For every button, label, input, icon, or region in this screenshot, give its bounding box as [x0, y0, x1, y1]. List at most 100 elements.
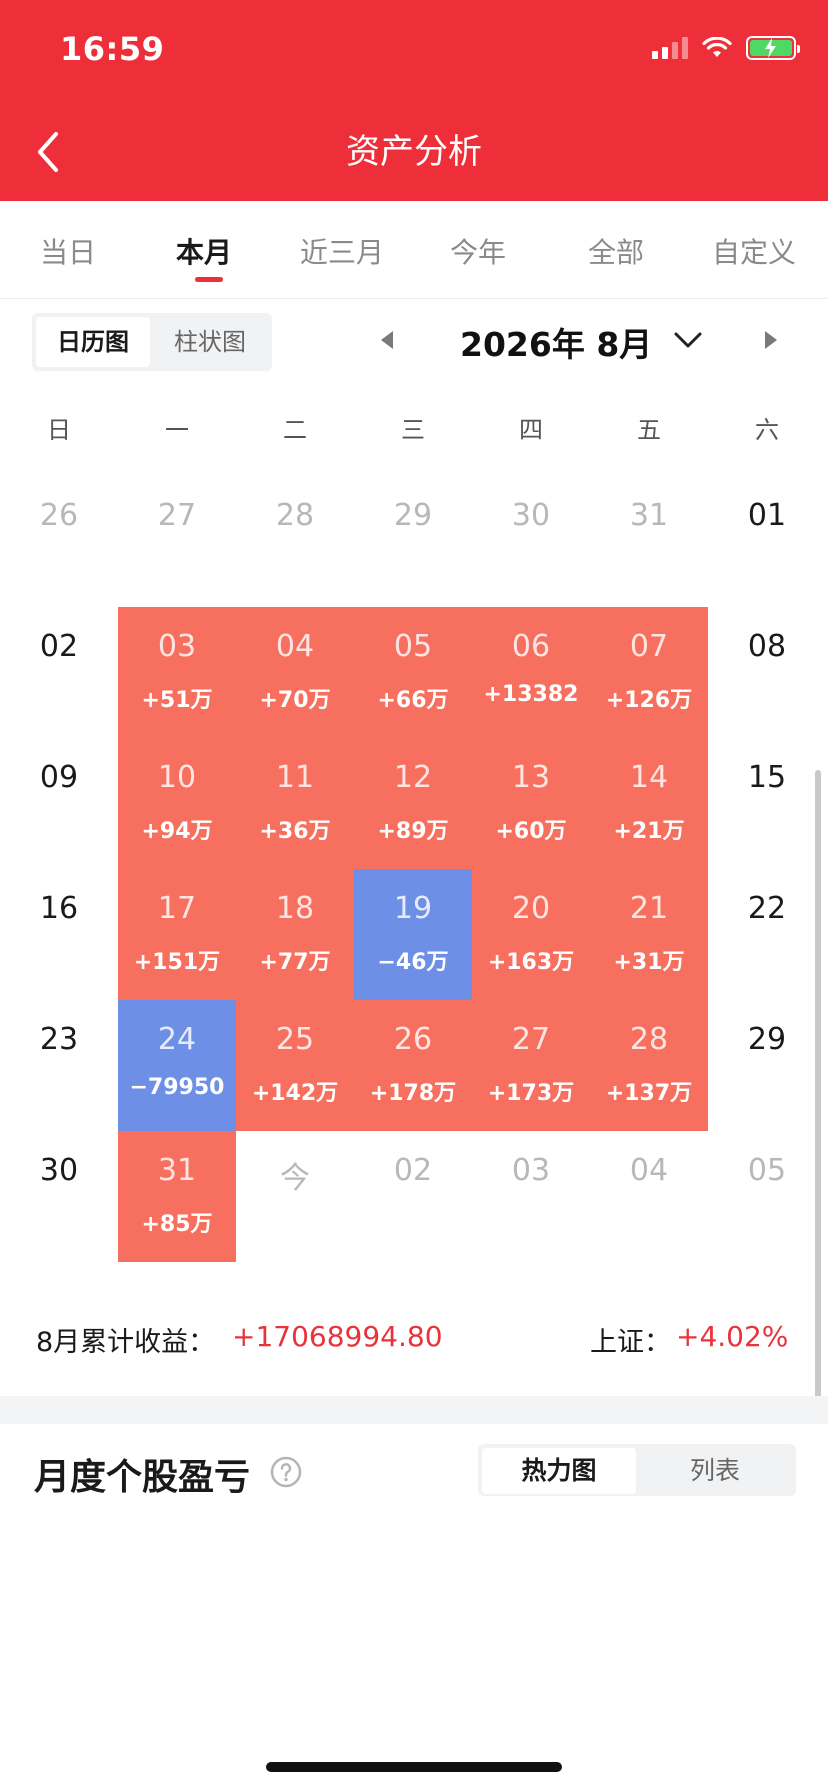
calendar-day[interactable]: 20 +163万 [472, 869, 590, 1000]
calendar-day[interactable]: 16 [0, 869, 118, 1000]
monthly-total-label: 8月累计收益： [36, 1327, 216, 1358]
day-number: 28 [275, 498, 315, 533]
day-pnl: −46万 [377, 950, 449, 975]
scroll-indicator[interactable] [815, 770, 821, 1410]
calendar-day[interactable]: 26 +178万 [354, 1000, 472, 1131]
day-number: 09 [39, 760, 79, 795]
calendar-day[interactable]: 07 +126万 [590, 607, 708, 738]
toggle-bar-chart[interactable]: 柱状图 [152, 317, 268, 367]
calendar-day[interactable]: 28 +137万 [590, 1000, 708, 1131]
calendar-day[interactable]: 29 [708, 1000, 826, 1131]
month-label[interactable]: 2026年 8月 [460, 318, 652, 366]
calendar-day[interactable]: 18 +77万 [236, 869, 354, 1000]
day-pnl: +178万 [369, 1081, 457, 1106]
tab-this-year[interactable]: 今年 [450, 231, 506, 271]
toggle-list[interactable]: 列表 [638, 1448, 792, 1494]
calendar-day[interactable]: 29 [354, 476, 472, 607]
day-pnl: +36万 [259, 819, 331, 844]
calendar-day[interactable]: 13 +60万 [472, 738, 590, 869]
weekday-label: 四 [519, 416, 543, 444]
day-number: 30 [511, 498, 551, 533]
day-pnl: +126万 [605, 688, 693, 713]
day-number: 29 [747, 1022, 787, 1057]
section-divider [0, 1396, 828, 1424]
caret-left-icon[interactable] [378, 328, 396, 352]
day-pnl: +173万 [487, 1081, 575, 1106]
calendar-day[interactable]: 30 [0, 1131, 118, 1262]
day-number: 27 [157, 498, 197, 533]
calendar-day[interactable]: 28 [236, 476, 354, 607]
day-number: 04 [275, 629, 315, 664]
weekday-label: 一 [165, 416, 189, 444]
day-number: 27 [511, 1022, 551, 1057]
calendar-day[interactable]: 08 [708, 607, 826, 738]
battery-charging-icon [746, 36, 800, 60]
calendar-day[interactable]: 23 [0, 1000, 118, 1131]
calendar-day[interactable]: 09 [0, 738, 118, 869]
caret-right-icon[interactable] [762, 328, 780, 352]
calendar-day[interactable]: 12 +89万 [354, 738, 472, 869]
calendar-day[interactable]: 03 [472, 1131, 590, 1262]
calendar-day[interactable]: 06 +13382 [472, 607, 590, 738]
day-number: 07 [629, 629, 669, 664]
calendar-day[interactable]: 11 +36万 [236, 738, 354, 869]
calendar-day[interactable]: 15 [708, 738, 826, 869]
tab-all[interactable]: 全部 [588, 231, 644, 271]
calendar-day[interactable]: 25 +142万 [236, 1000, 354, 1131]
calendar-day[interactable]: 22 [708, 869, 826, 1000]
weekday-label: 六 [755, 416, 779, 444]
day-number: 21 [629, 891, 669, 926]
question-circle-icon[interactable] [270, 1456, 302, 1488]
calendar-day[interactable]: 05 [708, 1131, 826, 1262]
calendar-day[interactable]: 10 +94万 [118, 738, 236, 869]
calendar-day[interactable]: 31 +85万 [118, 1131, 236, 1262]
calendar-day[interactable]: 05 +66万 [354, 607, 472, 738]
calendar-day[interactable]: 02 [354, 1131, 472, 1262]
day-pnl: +13382 [483, 682, 579, 707]
calendar-day[interactable]: 27 [118, 476, 236, 607]
calendar-day[interactable]: 14 +21万 [590, 738, 708, 869]
day-number: 11 [275, 760, 315, 795]
wifi-icon [702, 37, 732, 57]
period-tabs: 当日 本月 近三月 今年 全部 自定义 [0, 201, 828, 299]
calendar-day[interactable]: 03 +51万 [118, 607, 236, 738]
day-number: 26 [393, 1022, 433, 1057]
calendar-day[interactable]: 27 +173万 [472, 1000, 590, 1131]
calendar-day[interactable]: 17 +151万 [118, 869, 236, 1000]
calendar-day[interactable]: 21 +31万 [590, 869, 708, 1000]
day-number: 25 [275, 1022, 315, 1057]
tab-this-month[interactable]: 本月 [176, 231, 232, 271]
status-time: 16:59 [60, 30, 165, 68]
day-pnl: +151万 [133, 950, 221, 975]
active-tab-indicator [195, 277, 223, 282]
weekday-label: 日 [47, 416, 71, 444]
calendar-day[interactable]: 02 [0, 607, 118, 738]
calendar-day[interactable]: 01 [708, 476, 826, 607]
calendar-day[interactable]: 今 [236, 1131, 354, 1262]
page-title: 资产分析 [346, 132, 482, 172]
tab-three-months[interactable]: 近三月 [300, 231, 384, 271]
calendar-day[interactable]: 19 −46万 [354, 869, 472, 1000]
toggle-heatmap[interactable]: 热力图 [482, 1448, 636, 1494]
calendar-day[interactable]: 04 +70万 [236, 607, 354, 738]
day-number: 26 [39, 498, 79, 533]
day-pnl: +60万 [495, 819, 567, 844]
calendar-day[interactable]: 31 [590, 476, 708, 607]
tab-custom[interactable]: 自定义 [712, 231, 796, 271]
day-number: 05 [747, 1153, 787, 1188]
tab-today[interactable]: 当日 [40, 231, 96, 271]
day-pnl: +66万 [377, 688, 449, 713]
chevron-down-icon[interactable] [672, 328, 704, 352]
toggle-calendar[interactable]: 日历图 [36, 317, 150, 367]
calendar-day[interactable]: 24 −79950 [118, 1000, 236, 1131]
day-number: 16 [39, 891, 79, 926]
day-number: 02 [39, 629, 79, 664]
calendar-day[interactable]: 04 [590, 1131, 708, 1262]
status-icons [652, 36, 800, 60]
calendar-day[interactable]: 26 [0, 476, 118, 607]
day-number: 28 [629, 1022, 669, 1057]
day-number: 30 [39, 1153, 79, 1188]
calendar-day[interactable]: 30 [472, 476, 590, 607]
signal-icon [652, 37, 688, 59]
day-number: 22 [747, 891, 787, 926]
